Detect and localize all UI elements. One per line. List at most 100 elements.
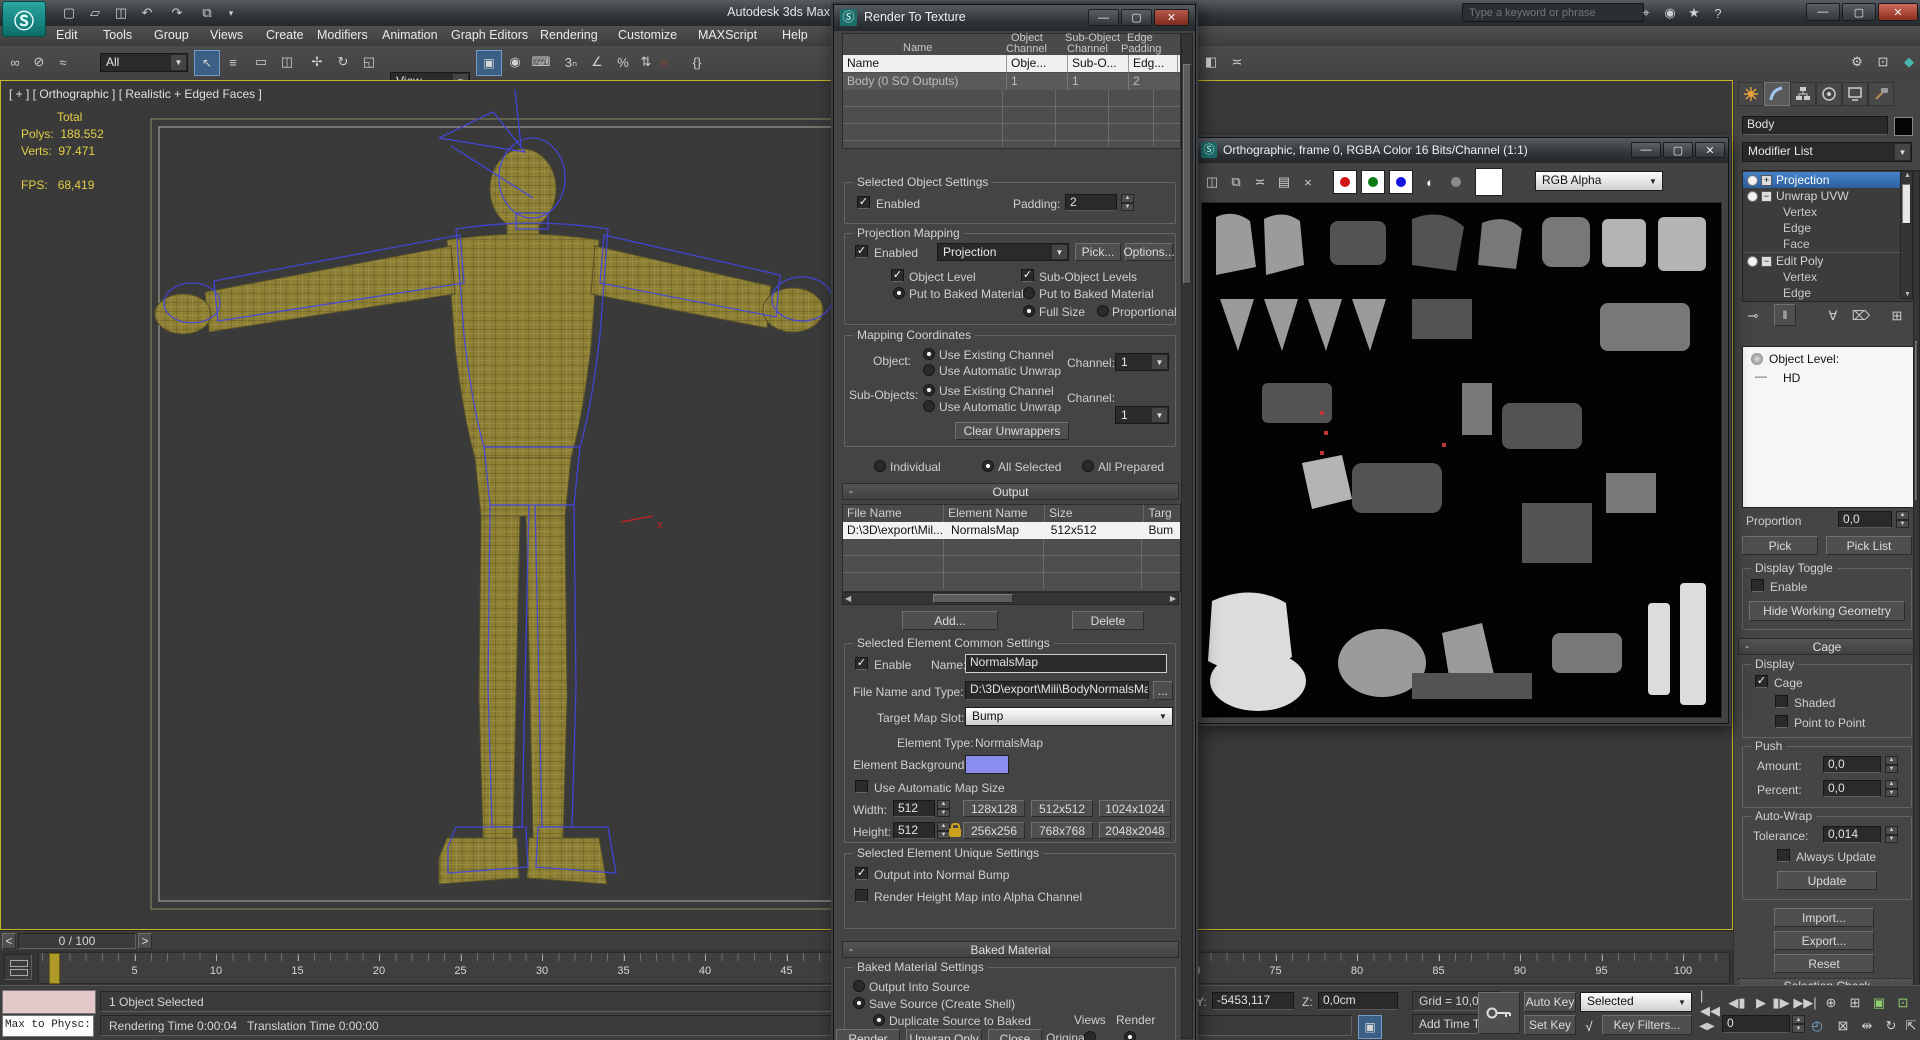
projection-reference-list[interactable]: Object Level: — HD <box>1742 346 1914 508</box>
pin-stack-icon[interactable]: ⊸ <box>1742 305 1764 327</box>
rtt-size-256-button[interactable]: 256x256 <box>963 822 1025 839</box>
select-and-move-icon[interactable]: ✢ <box>306 51 328 73</box>
redo-icon[interactable]: ↷ <box>166 2 188 24</box>
rfw-minimize-button[interactable]: — <box>1631 142 1661 158</box>
rfw-save-icon[interactable]: ◫ <box>1201 171 1223 193</box>
keyboard-override-icon[interactable]: ⌨ <box>530 51 552 73</box>
rfw-restore-button[interactable]: ▢ <box>1663 142 1693 158</box>
rtt-individual-radio[interactable] <box>874 460 886 472</box>
menu-modifiers[interactable]: Modifiers <box>317 28 368 42</box>
prev-frame-nav-button[interactable]: < <box>2 933 16 949</box>
stack-subitem-vertex-2[interactable]: Vertex <box>1743 269 1913 285</box>
rfw-background-swatch[interactable] <box>1475 168 1503 196</box>
always-update-checkbox[interactable] <box>1777 849 1790 862</box>
rtt-col-name-header[interactable]: Name <box>903 42 932 54</box>
select-and-scale-icon[interactable]: ◱ <box>358 51 380 73</box>
key-mode-toggle-icon[interactable]: ◀▶ <box>1698 1015 1716 1037</box>
push-amount-spinner[interactable]: ▲ ▼ <box>1885 756 1898 773</box>
rtt-output-into-source-radio[interactable] <box>853 980 865 992</box>
tolerance-spinner[interactable]: ▲ ▼ <box>1885 826 1898 843</box>
time-configuration-icon[interactable]: ◴ <box>1806 1015 1828 1037</box>
spinner-snap-icon[interactable]: ⇅ <box>638 51 654 73</box>
mirror-icon[interactable]: ◧ <box>1200 51 1222 73</box>
rfw-clear-icon[interactable]: × <box>1297 171 1319 193</box>
select-object-icon[interactable]: ↖ <box>194 50 220 76</box>
tab-create[interactable] <box>1738 82 1764 106</box>
unlink-selection-icon[interactable]: ⊘ <box>28 51 50 73</box>
rfw-compare-icon[interactable]: ≍ <box>1249 171 1271 193</box>
current-frame-field[interactable]: 0 <box>1722 1015 1790 1033</box>
stack-subitem-edge-2[interactable]: Edge <box>1743 285 1913 301</box>
menu-views[interactable]: Views <box>210 28 243 42</box>
infocenter-search-input[interactable] <box>1462 3 1644 22</box>
selection-region-icon[interactable]: ▭ <box>250 51 272 73</box>
rtt-close-button[interactable]: ✕ <box>1154 9 1189 26</box>
menu-help[interactable]: Help <box>782 28 808 42</box>
stack-item-edit-poly[interactable]: − Edit Poly <box>1743 253 1913 269</box>
menu-animation[interactable]: Animation <box>382 28 438 42</box>
rtt-full-size-radio[interactable] <box>1023 305 1035 317</box>
rtt-clear-unwrappers-button[interactable]: Clear Unwrappers <box>955 422 1069 440</box>
rtt-unwrap-only-button[interactable]: Unwrap Only <box>906 1029 982 1040</box>
maxscript-mini-listener[interactable]: Max to Physc: <box>2 1015 94 1037</box>
help-icon[interactable]: ? <box>1708 2 1728 24</box>
menu-customize[interactable]: Customize <box>618 28 677 42</box>
tab-modify[interactable] <box>1764 82 1790 106</box>
tab-utilities[interactable] <box>1868 82 1894 106</box>
next-frame-nav-button[interactable]: > <box>138 933 152 949</box>
new-file-icon[interactable]: ▢ <box>58 2 80 24</box>
rfw-mono-channel-toggle[interactable]: ◐ <box>1419 171 1441 193</box>
rtt-enabled-checkbox[interactable]: ✓ <box>857 196 870 209</box>
render-production-icon[interactable]: ◆ <box>1898 51 1920 73</box>
push-percent-field[interactable]: 0,0 <box>1823 780 1881 797</box>
rtt-object-use-existing-radio[interactable] <box>923 348 935 360</box>
menu-group[interactable]: Group <box>154 28 189 42</box>
rtt-element-background-swatch[interactable] <box>965 755 1009 774</box>
tab-display[interactable] <box>1842 82 1868 106</box>
panel-scrollbar[interactable] <box>1913 170 1920 994</box>
stack-item-projection[interactable]: + Projection <box>1743 172 1913 188</box>
rfw-alpha-channel-toggle[interactable] <box>1445 171 1467 193</box>
lock-aspect-icon[interactable] <box>949 823 961 837</box>
rtt-output-hscrollbar[interactable]: ◀ ▶ <box>842 592 1179 605</box>
z-coordinate-field[interactable]: 0,0cm <box>1318 992 1398 1010</box>
rtt-put-baked-object-radio[interactable] <box>893 287 905 299</box>
set-keys-button[interactable] <box>1478 992 1520 1034</box>
cage-rollout[interactable]: - Cage <box>1738 638 1916 655</box>
named-selection-sets-icon[interactable]: {} <box>686 51 708 73</box>
rtt-output-normal-bump-checkbox[interactable]: ✓ <box>855 867 868 880</box>
go-to-start-icon[interactable]: |◀◀ <box>1700 988 1722 1018</box>
proportion-field[interactable]: 0,0 <box>1838 511 1892 528</box>
push-percent-spinner[interactable]: ▲ ▼ <box>1885 780 1898 797</box>
window-crossing-icon[interactable]: ◫ <box>276 51 298 73</box>
zoom-extents-all-icon[interactable]: ⊡ <box>1892 992 1914 1014</box>
modifier-list-dropdown[interactable]: Modifier List ▼ <box>1742 142 1912 162</box>
rtt-filter-row[interactable]: Name Obje... Sub-O... Edg... <box>843 55 1180 72</box>
project-toolbar-icon[interactable]: ⧉ <box>196 2 218 24</box>
rtt-padding-field[interactable]: 2 <box>1065 194 1117 211</box>
align-icon[interactable]: ≍ <box>1226 51 1248 73</box>
rtt-pick-button[interactable]: Pick... <box>1075 243 1121 261</box>
frame-spinner[interactable]: ▲ ▼ <box>1792 1015 1805 1033</box>
rtt-browse-button[interactable]: ... <box>1153 681 1173 700</box>
expand-icon[interactable]: + <box>1761 174 1772 186</box>
use-pivot-center-icon[interactable]: ▣ <box>476 50 502 76</box>
rtt-sub-use-auto-radio[interactable] <box>923 400 935 412</box>
rtt-sub-use-existing-radio[interactable] <box>923 384 935 396</box>
app-maximize-button[interactable]: ▢ <box>1842 3 1876 21</box>
key-filters-button[interactable]: Key Filters... <box>1602 1015 1692 1035</box>
app-minimize-button[interactable]: — <box>1806 3 1840 21</box>
show-end-result-icon[interactable]: ‖ <box>1774 304 1796 326</box>
default-in-out-tangents-icon[interactable]: √ <box>1578 1015 1600 1037</box>
rfw-channel-dropdown[interactable]: RGB Alpha ▼ <box>1535 171 1663 191</box>
rtt-object-row-body[interactable]: Body (0 SO Outputs) 1 1 2 <box>843 73 1180 90</box>
rtt-pm-enabled-checkbox[interactable]: ✓ <box>855 245 868 258</box>
rfw-clone-icon[interactable]: ⧉ <box>1225 171 1247 193</box>
rtt-object-use-auto-radio[interactable] <box>923 364 935 376</box>
pan-hand-icon[interactable]: ⇹ <box>1856 1015 1878 1037</box>
hd-list-item[interactable]: HD <box>1783 371 1800 385</box>
rtt-height-field[interactable]: 512 <box>893 822 935 839</box>
rfw-print-icon[interactable]: ▤ <box>1273 171 1295 193</box>
push-amount-field[interactable]: 0,0 <box>1823 756 1881 773</box>
rtt-baked-material-rollout[interactable]: - Baked Material <box>842 941 1179 958</box>
